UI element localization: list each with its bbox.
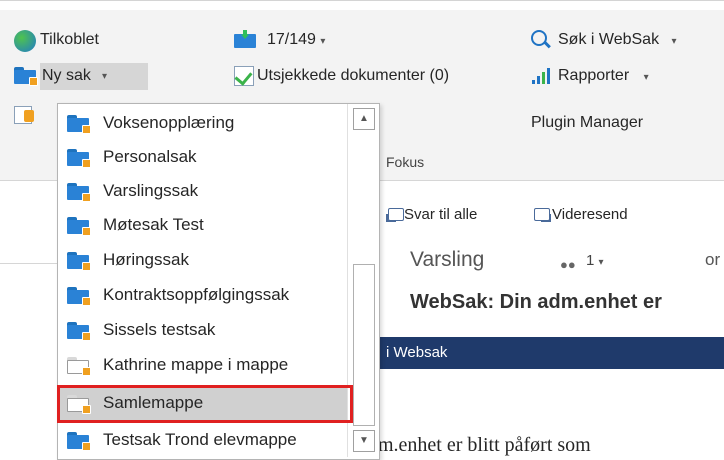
reports-chart-icon xyxy=(532,68,552,84)
search-websak-button[interactable]: Søk i WebSak ▾ xyxy=(558,31,677,49)
case-folder-icon xyxy=(67,322,91,341)
search-icon xyxy=(531,30,551,50)
checked-out-documents-button[interactable]: Utsjekkede dokumenter (0) xyxy=(257,67,449,85)
scroll-up-button[interactable]: ▲ xyxy=(353,108,375,130)
new-case-label: Ny sak xyxy=(42,67,91,84)
new-case-folder-icon xyxy=(14,67,38,86)
case-folder-icon xyxy=(67,432,91,451)
menu-item-kontraktsoppfolgingssak[interactable]: Kontraktsoppfølgingssak xyxy=(59,279,349,312)
inbox-folder-icon xyxy=(234,30,256,48)
forward-icon xyxy=(532,206,551,222)
menu-item-varslingssak[interactable]: Varslingssak xyxy=(59,175,349,208)
menu-item-kathrine-mappe[interactable]: Kathrine mappe i mappe xyxy=(59,349,349,382)
menu-item-personalsak[interactable]: Personalsak xyxy=(59,141,349,174)
inbox-count: 17/149 xyxy=(267,31,316,48)
menu-item-label: Testsak Trond elevmappe xyxy=(103,430,297,449)
case-folder-icon xyxy=(67,115,91,134)
chevron-down-icon: ▾ xyxy=(102,71,108,82)
connected-status[interactable]: Tilkoblet xyxy=(40,31,99,49)
scroll-down-button[interactable]: ▼ xyxy=(353,430,375,452)
menu-item-voksenopplaering[interactable]: Voksenopplæring xyxy=(59,107,349,140)
chevron-down-icon: ▾ xyxy=(598,257,604,268)
focus-group-label: Fokus xyxy=(386,154,425,170)
forward-button[interactable]: Videresend xyxy=(552,206,628,223)
mail-subject-short: Varsling xyxy=(410,248,485,271)
divider xyxy=(0,263,57,264)
inbox-count-dropdown[interactable]: 17/149 ▾ xyxy=(267,31,325,49)
case-folder-icon xyxy=(67,217,91,236)
mail-body-text: m.enhet er blitt påført som xyxy=(378,434,591,456)
search-websak-label: Søk i WebSak xyxy=(558,31,660,48)
menu-item-label: Kathrine mappe i mappe xyxy=(103,355,289,374)
chevron-down-icon: ▾ xyxy=(320,36,326,47)
menu-item-horingssak[interactable]: Høringssak xyxy=(59,244,349,277)
people-count-dropdown[interactable]: 1 ▾ xyxy=(586,252,604,269)
highlight-box xyxy=(57,385,353,423)
partial-text: or xyxy=(705,250,721,269)
globe-icon xyxy=(14,30,36,52)
scroll-thumb[interactable] xyxy=(353,264,375,426)
checked-out-documents-icon xyxy=(234,66,254,86)
edit-folder-icon xyxy=(14,104,36,124)
people-icon: ●● xyxy=(560,257,576,272)
case-folder-icon xyxy=(67,287,91,306)
case-folder-icon xyxy=(67,183,91,202)
menu-item-label: Voksenopplæring xyxy=(103,113,235,132)
chevron-down-icon: ▾ xyxy=(643,72,649,83)
reports-label: Rapporter xyxy=(558,67,630,84)
plugin-manager-button[interactable]: Plugin Manager xyxy=(531,114,643,132)
reply-all-icon xyxy=(386,206,404,222)
folder-icon xyxy=(67,357,91,376)
menu-item-label: Personalsak xyxy=(103,147,197,166)
reply-all-button[interactable]: Svar til alle xyxy=(404,206,477,223)
menu-item-label: Sissels testsak xyxy=(103,320,216,339)
menu-item-motesak-test[interactable]: Møtesak Test xyxy=(59,209,349,242)
new-case-button[interactable]: Ny sak ▾ xyxy=(40,63,148,90)
mail-subject: WebSak: Din adm.enhet er xyxy=(410,291,662,313)
case-folder-icon xyxy=(67,149,91,168)
websak-banner: i Websak xyxy=(378,337,724,369)
case-folder-icon xyxy=(67,252,91,271)
menu-item-label: Høringssak xyxy=(103,250,189,269)
menu-item-label: Varslingssak xyxy=(103,181,199,200)
chevron-down-icon: ▾ xyxy=(671,36,677,47)
people-count: 1 xyxy=(586,252,595,269)
websak-banner-text: i Websak xyxy=(386,344,448,361)
reports-button[interactable]: Rapporter ▾ xyxy=(558,67,649,85)
menu-item-testsak-trond[interactable]: Testsak Trond elevmappe xyxy=(59,424,349,457)
menu-item-sissels-testsak[interactable]: Sissels testsak xyxy=(59,314,349,347)
menu-item-label: Kontraktsoppfølgingssak xyxy=(103,285,290,304)
menu-item-label: Møtesak Test xyxy=(103,215,204,234)
